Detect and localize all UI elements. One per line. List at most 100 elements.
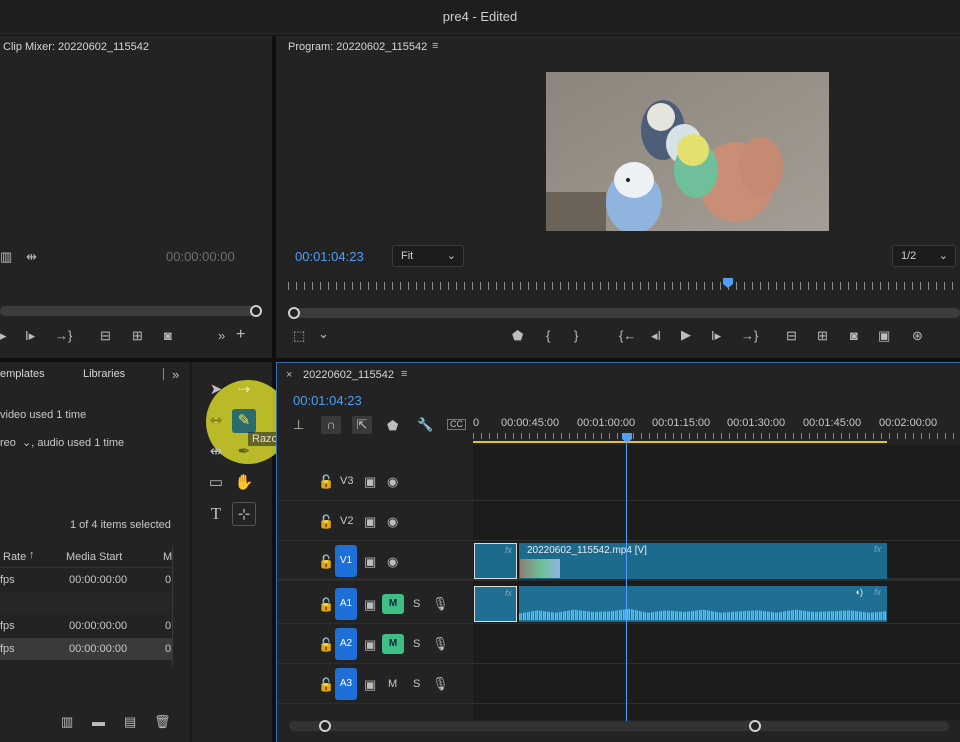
film-icon[interactable]: ▣: [364, 475, 376, 488]
video-clip-main[interactable]: 20220602_115542.mp4 [V] fx: [519, 543, 887, 579]
new-item-icon[interactable]: ▤: [124, 715, 136, 728]
solo-button-a2[interactable]: S: [413, 638, 420, 650]
tab-templates[interactable]: emplates: [0, 368, 45, 380]
safe-margins-icon[interactable]: ⬚: [293, 329, 305, 342]
video-clip-small[interactable]: fx: [474, 543, 517, 579]
film-icon[interactable]: ▣: [364, 638, 376, 651]
track-label-v1[interactable]: V1: [335, 545, 357, 577]
audio-clip-small[interactable]: fx: [474, 586, 517, 622]
program-scroll-knob[interactable]: [288, 307, 300, 319]
table-row[interactable]: fps 00:00:00:00 0: [0, 615, 172, 637]
table-row[interactable]: [0, 592, 172, 614]
work-area-bar[interactable]: [473, 441, 887, 443]
linked-selection-icon[interactable]: ⇱: [352, 416, 372, 434]
extract-icon[interactable]: ⊞: [817, 329, 828, 342]
source-panel-title[interactable]: Clip Mixer: 20220602_115542: [3, 41, 149, 53]
insert-icon[interactable]: ⊟: [100, 329, 111, 342]
slip-tool-icon[interactable]: ⇹: [204, 440, 228, 464]
camera-icon[interactable]: ◙: [164, 329, 172, 342]
type-tool-icon[interactable]: T: [204, 502, 228, 526]
panel-menu-icon[interactable]: ≡: [432, 41, 438, 52]
step-back-icon[interactable]: ◂I: [651, 329, 661, 342]
tab-libraries[interactable]: Libraries: [83, 368, 125, 380]
overwrite-icon[interactable]: ⊞: [132, 329, 143, 342]
source-scroll-knob[interactable]: [250, 305, 262, 317]
table-row[interactable]: fps 00:00:00:00 0: [0, 638, 172, 660]
mute-button-a3[interactable]: M: [388, 678, 397, 690]
timeline-scroll-knob-left[interactable]: [319, 720, 331, 732]
microphone-icon[interactable]: 🎙: [432, 597, 449, 610]
captions-icon[interactable]: CC: [447, 419, 466, 430]
track-label-a2[interactable]: A2: [335, 628, 357, 660]
snap-icon[interactable]: ∩: [321, 416, 341, 434]
lock-icon[interactable]: 🔓: [318, 598, 334, 611]
export-frame-icon[interactable]: ◙: [850, 329, 858, 342]
menu-icon[interactable]: ▥: [0, 250, 12, 263]
lock-icon[interactable]: 🔓: [318, 475, 334, 488]
program-video-frame[interactable]: [546, 72, 829, 231]
timeline-timecode[interactable]: 00:01:04:23: [293, 393, 362, 408]
program-timecode[interactable]: 00:01:04:23: [295, 249, 364, 264]
resolution-dropdown[interactable]: 1/2 ⌄: [892, 245, 956, 267]
fit-dropdown[interactable]: Fit ⌄: [392, 245, 464, 267]
eye-icon[interactable]: ◉: [387, 555, 398, 568]
column-rate[interactable]: Rate: [3, 551, 26, 563]
mute-button-a2[interactable]: M: [382, 634, 404, 654]
timeline-playhead-line[interactable]: [626, 443, 627, 721]
panel-menu-icon[interactable]: ≡: [401, 369, 407, 380]
column-m[interactable]: M: [163, 551, 172, 563]
rectangle-tool-icon[interactable]: ▭: [204, 471, 228, 495]
timeline-scrollbar[interactable]: [289, 721, 949, 731]
film-icon[interactable]: ▣: [364, 555, 376, 568]
microphone-icon[interactable]: 🎙: [432, 637, 449, 650]
wrench-icon[interactable]: 🔧: [417, 418, 433, 431]
new-bin-icon[interactable]: ▥: [61, 715, 73, 728]
program-scrollbar[interactable]: [288, 308, 960, 318]
timeline-scroll-knob-right[interactable]: [749, 720, 761, 732]
track-select-icon[interactable]: ⇢: [232, 378, 256, 402]
play-icon[interactable]: ▸: [0, 329, 7, 342]
add-marker-icon[interactable]: ⬟: [387, 419, 398, 432]
vr-icon[interactable]: ⊛: [912, 329, 923, 342]
trash-icon[interactable]: 🗑: [154, 715, 171, 728]
go-to-out-icon[interactable]: →}: [741, 329, 758, 342]
nest-icon[interactable]: ⊥: [293, 418, 304, 431]
solo-button-a3[interactable]: S: [413, 678, 420, 690]
go-to-in-icon[interactable]: {←: [619, 329, 636, 342]
mark-in-icon[interactable]: {: [546, 329, 550, 342]
step-forward-icon[interactable]: I▸: [711, 329, 721, 342]
close-icon[interactable]: ×: [286, 370, 292, 381]
film-icon[interactable]: ▣: [364, 515, 376, 528]
column-media-start[interactable]: Media Start: [66, 551, 122, 563]
marker-icon[interactable]: ⇹: [26, 250, 37, 263]
selection-tool-icon[interactable]: ➤: [204, 378, 228, 402]
add-marker-icon[interactable]: ⬟: [512, 329, 523, 342]
lock-icon[interactable]: 🔓: [318, 678, 334, 691]
mark-out-icon[interactable]: }: [574, 329, 578, 342]
lock-icon[interactable]: 🔓: [318, 515, 334, 528]
comparison-view-icon[interactable]: ▣: [878, 329, 890, 342]
solo-button-a1[interactable]: S: [413, 598, 420, 610]
hand-tool-icon[interactable]: ✋: [232, 471, 256, 495]
timeline-ruler[interactable]: 0 00:00:45:00 00:01:00:00 00:01:15:00 00…: [473, 413, 960, 445]
mute-button-a1[interactable]: M: [382, 594, 404, 614]
eye-icon[interactable]: ◉: [387, 475, 398, 488]
program-panel-title[interactable]: Program: 20220602_115542: [288, 41, 427, 53]
track-label-a1[interactable]: A1: [335, 588, 357, 620]
audio-clip-main[interactable]: fx ◖): [519, 586, 887, 622]
sequence-tab[interactable]: 20220602_115542: [303, 369, 394, 381]
eye-icon[interactable]: ◉: [387, 515, 398, 528]
remix-tool-icon[interactable]: ⊹: [232, 502, 256, 526]
lock-icon[interactable]: 🔓: [318, 555, 334, 568]
add-icon[interactable]: +: [236, 327, 245, 343]
play-icon[interactable]: ▶: [681, 328, 691, 341]
chevron-down-icon[interactable]: ⌄: [318, 327, 329, 340]
track-label-a3[interactable]: A3: [335, 668, 357, 700]
program-time-ruler[interactable]: [288, 282, 960, 290]
lock-icon[interactable]: 🔓: [318, 638, 334, 651]
film-icon[interactable]: ▣: [364, 678, 376, 691]
folder-icon[interactable]: ▬: [92, 715, 105, 728]
film-icon[interactable]: ▣: [364, 598, 376, 611]
more-panels-icon[interactable]: »: [172, 368, 179, 381]
table-row[interactable]: fps 00:00:00:00 0: [0, 569, 172, 591]
